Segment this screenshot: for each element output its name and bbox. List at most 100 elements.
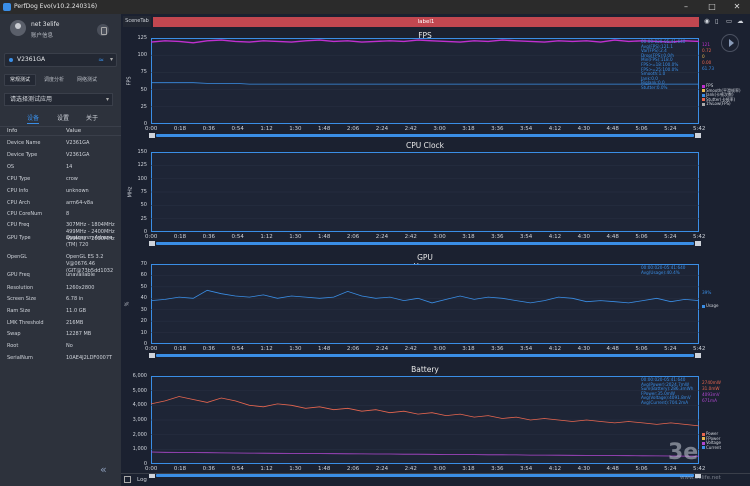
- bottom-bar: Log: [121, 473, 750, 486]
- x-tick-label: 5:06: [635, 466, 648, 472]
- collapse-icon[interactable]: «: [100, 463, 107, 476]
- info-key: CPU Info: [7, 188, 29, 194]
- legend-swatch: [702, 93, 705, 97]
- x-tick-label: 3:54: [519, 234, 533, 240]
- info-value: 14: [66, 164, 73, 170]
- y-tick-label: 50: [140, 86, 147, 93]
- info-value: unknown: [66, 188, 89, 194]
- y-axis-label: MHz: [127, 186, 134, 198]
- maximize-button[interactable]: □: [699, 0, 725, 14]
- info-value: 10AE4J2LDF0007T: [66, 355, 113, 361]
- legend-item[interactable]: Usage: [702, 303, 719, 309]
- tab-network-test[interactable]: 网络测试: [72, 74, 102, 86]
- stat-line: Avg(Usage):40.4%: [641, 269, 680, 275]
- x-tick-label: 2:06: [346, 234, 360, 240]
- info-key: CPU Arch: [7, 200, 31, 206]
- x-tick-label: 1:12: [260, 346, 273, 352]
- x-tick-label: 0:00: [145, 466, 158, 472]
- wifi-icon: ≈: [98, 56, 104, 64]
- logout-icon[interactable]: [97, 24, 109, 36]
- x-tick-label: 3:18: [462, 346, 475, 352]
- range-handle-left[interactable]: [149, 133, 155, 138]
- chevron-down-icon: ▾: [105, 96, 109, 103]
- x-tick-label: 4:12: [548, 466, 562, 472]
- info-key: Screen Size: [7, 296, 37, 302]
- series-fps-line: [151, 39, 699, 44]
- y-tick-label: 0: [143, 341, 147, 347]
- x-tick-label: 0:18: [173, 126, 187, 132]
- x-tick-label: 2:06: [346, 346, 360, 352]
- x-tick-label: 3:00: [433, 466, 446, 472]
- info-key: OpenGL: [7, 254, 28, 260]
- current-value: 0.72: [702, 48, 712, 53]
- sidebar: net 3elife 账户信息 V2361GA ≈ ▾ 常规测试 调度分析 网络…: [0, 14, 121, 486]
- tab-normal-test[interactable]: 常规测试: [4, 74, 37, 86]
- y-tick-label: 6,000: [132, 373, 147, 379]
- x-tick-label: 1:30: [289, 346, 302, 352]
- y-tick-label: 0: [143, 121, 147, 127]
- info-value: 216MB: [66, 320, 84, 326]
- info-key: SerialNum: [7, 355, 33, 361]
- y-tick-label: 0: [143, 229, 147, 235]
- cloud-icon[interactable]: ☁: [737, 17, 744, 25]
- range-handle-left[interactable]: [149, 241, 155, 246]
- log-label[interactable]: Log: [137, 477, 147, 483]
- x-tick-label: 1:30: [289, 234, 302, 240]
- plot-svg: [151, 275, 699, 333]
- x-tick-label: 2:24: [375, 466, 389, 472]
- info-value: V2361GA: [66, 140, 90, 146]
- tab-schedule-analysis[interactable]: 调度分析: [39, 74, 69, 86]
- x-tick-label: 0:00: [145, 126, 158, 132]
- legend-label: Usage: [706, 303, 719, 308]
- info-value-header: Value: [66, 128, 82, 134]
- mobile-icon[interactable]: ▯: [715, 17, 719, 25]
- app-select[interactable]: 请选择测试应用 ▾: [4, 93, 113, 106]
- x-tick-label: 0:00: [145, 346, 158, 352]
- info-value: V2361GA: [66, 152, 90, 158]
- info-key: GPU Type: [7, 235, 31, 241]
- range-handle-right[interactable]: [695, 241, 701, 246]
- close-button[interactable]: ✕: [724, 0, 750, 14]
- x-tick-label: 3:54: [519, 346, 533, 352]
- range-handle-left[interactable]: [149, 353, 155, 358]
- device-selector[interactable]: V2361GA ≈ ▾: [4, 53, 117, 67]
- x-tick-label: 3:00: [433, 234, 446, 240]
- x-tick-label: 3:36: [491, 466, 504, 472]
- range-scrollbar[interactable]: [156, 134, 694, 137]
- x-tick-label: 3:36: [491, 346, 504, 352]
- x-tick-label: 3:18: [462, 466, 475, 472]
- x-tick-label: 2:06: [346, 466, 360, 472]
- y-tick-label: 10: [140, 329, 147, 336]
- x-tick-label: 1:12: [260, 466, 273, 472]
- play-icon[interactable]: [721, 34, 739, 52]
- legend-swatch: [702, 84, 705, 88]
- range-handle-right[interactable]: [695, 133, 701, 138]
- location-icon[interactable]: ◉: [704, 17, 710, 25]
- window-title: PerfDog Evo(v10.2.240316): [14, 3, 98, 10]
- series-jank-line: [151, 82, 699, 85]
- scene-tab[interactable]: SceneTab: [123, 16, 151, 27]
- account-info-link[interactable]: 账户信息: [31, 31, 53, 39]
- log-icon[interactable]: [124, 476, 131, 483]
- avatar[interactable]: [10, 20, 26, 36]
- range-scrollbar[interactable]: [156, 354, 694, 357]
- info-key: Resolution: [7, 285, 34, 291]
- x-tick-label: 4:48: [606, 126, 619, 132]
- info-table-header: Info Value: [0, 126, 121, 136]
- range-handle-right[interactable]: [695, 353, 701, 358]
- legend-item[interactable]: 1%Low(FPS): [702, 102, 731, 107]
- tab-device[interactable]: 设备: [27, 115, 40, 124]
- folder-icon[interactable]: ▭: [726, 17, 732, 25]
- plot-svg: [151, 165, 699, 219]
- watermark-url: www.3elife.net: [680, 475, 721, 481]
- x-tick-label: 0:36: [202, 126, 216, 132]
- label-bar[interactable]: label1: [153, 17, 699, 27]
- chart-title: Battery: [411, 365, 439, 374]
- range-scrollbar[interactable]: [156, 242, 694, 245]
- minimize-button[interactable]: –: [673, 0, 699, 14]
- x-tick-label: 4:48: [606, 234, 619, 240]
- device-name: V2361GA: [17, 56, 46, 63]
- legend-swatch: [702, 304, 705, 308]
- tab-settings[interactable]: 设置: [57, 115, 69, 123]
- tab-about[interactable]: 关于: [86, 115, 98, 123]
